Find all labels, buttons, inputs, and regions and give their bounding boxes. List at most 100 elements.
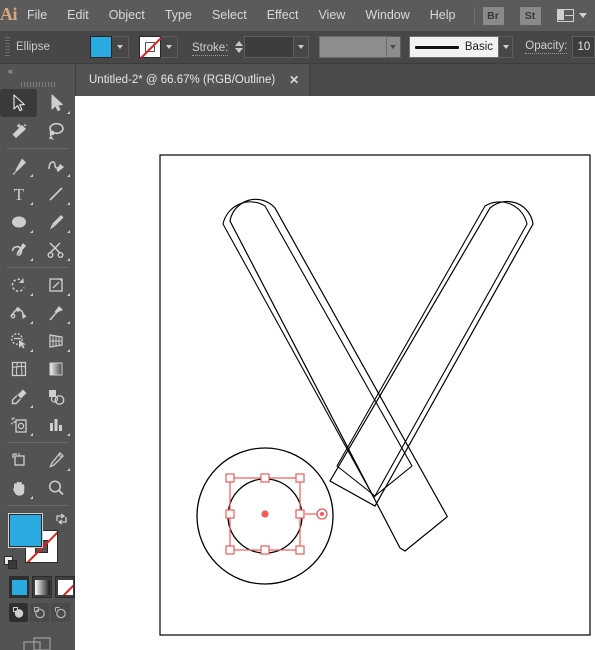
draw-behind-button[interactable] xyxy=(30,603,49,622)
tool-divider xyxy=(7,267,68,268)
tool-flyout-indicator xyxy=(30,349,33,352)
anchor-widget-dot xyxy=(320,512,324,516)
tool-divider xyxy=(7,505,68,506)
chevron-down-icon xyxy=(297,45,304,49)
tool-flyout-indicator xyxy=(30,321,33,324)
variable-width-profile-input[interactable] xyxy=(318,36,387,58)
menu-edit[interactable]: Edit xyxy=(57,0,99,31)
fill-color-indicator[interactable] xyxy=(8,513,43,548)
fill-swatch-group xyxy=(89,36,129,58)
opacity-label: Opacity: xyxy=(525,40,568,54)
control-bar-grip[interactable] xyxy=(5,37,10,57)
document-tab[interactable]: Untitled-2* @ 66.67% (RGB/Outline) ✕ xyxy=(75,64,311,96)
app-logo: Ai xyxy=(0,4,18,24)
shape-builder-tool[interactable] xyxy=(0,327,37,355)
lasso-tool[interactable] xyxy=(37,117,74,145)
menu-type[interactable]: Type xyxy=(155,0,202,31)
free-transform-tool[interactable] xyxy=(37,299,74,327)
opacity-input[interactable]: 10 xyxy=(572,36,595,58)
change-screen-mode-button[interactable] xyxy=(0,622,75,650)
workspace-switcher[interactable] xyxy=(556,9,587,22)
color-mode-button[interactable] xyxy=(9,576,29,598)
slice-tool[interactable] xyxy=(37,446,74,474)
brush-preset-input[interactable]: Basic xyxy=(409,36,500,58)
chevron-down-icon xyxy=(116,45,123,49)
brush-preset-label: Basic xyxy=(464,41,494,53)
stroke-weight-group: Stroke: xyxy=(191,38,229,56)
menu-window[interactable]: Window xyxy=(355,0,419,31)
scale-tool[interactable] xyxy=(37,271,74,299)
zoom-tool[interactable] xyxy=(37,474,74,502)
tool-divider xyxy=(7,442,68,443)
paintbrush-tool[interactable] xyxy=(37,208,74,236)
spinner-up-icon xyxy=(235,41,244,46)
scissors-tool[interactable] xyxy=(37,236,74,264)
artwork-svg xyxy=(159,154,591,636)
width-tool[interactable] xyxy=(0,299,37,327)
tools-panel: « T xyxy=(0,64,76,650)
gradient-tool[interactable] xyxy=(37,355,74,383)
perspective-grid-tool[interactable] xyxy=(37,327,74,355)
menu-effect[interactable]: Effect xyxy=(257,0,309,31)
fill-swatch-dropdown[interactable] xyxy=(111,36,129,58)
fill-color-swatch[interactable] xyxy=(89,36,112,58)
pen-tool[interactable] xyxy=(0,152,37,180)
stroke-color-swatch[interactable] xyxy=(138,36,161,58)
draw-mode-row xyxy=(0,598,75,622)
brush-preset-dropdown[interactable] xyxy=(499,36,514,58)
menu-help[interactable]: Help xyxy=(420,0,466,31)
default-fill-stroke-icon[interactable] xyxy=(4,556,18,570)
mesh-tool[interactable] xyxy=(0,355,37,383)
tools-panel-grip[interactable] xyxy=(0,79,75,89)
direct-selection-tool[interactable] xyxy=(37,89,74,117)
rotate-tool[interactable] xyxy=(0,271,37,299)
stock-button[interactable]: St xyxy=(519,6,541,25)
line-segment-tool[interactable] xyxy=(37,180,74,208)
artboard-tool[interactable] xyxy=(0,446,37,474)
tool-flyout-indicator xyxy=(67,433,70,436)
close-icon[interactable]: ✕ xyxy=(289,74,299,86)
stroke-weight-spinner[interactable] xyxy=(234,36,244,58)
tool-flyout-indicator xyxy=(67,111,70,114)
tool-flyout-indicator xyxy=(30,202,33,205)
swap-fill-stroke-icon[interactable] xyxy=(55,512,69,526)
symbol-sprayer-tool[interactable] xyxy=(0,411,37,439)
type-tool[interactable]: T xyxy=(0,180,37,208)
document-canvas[interactable] xyxy=(75,96,595,650)
magic-wand-tool[interactable] xyxy=(0,117,37,145)
draw-normal-button[interactable] xyxy=(9,603,28,622)
variable-width-profile-dropdown[interactable] xyxy=(386,36,402,58)
menu-select[interactable]: Select xyxy=(202,0,257,31)
menu-bar: Ai File Edit Object Type Select Effect V… xyxy=(0,0,595,31)
ellipse-tool[interactable] xyxy=(0,208,37,236)
none-mode-button[interactable] xyxy=(55,576,75,598)
stroke-swatch-group xyxy=(138,36,178,58)
bridge-button[interactable]: Br xyxy=(482,6,504,25)
document-tab-title: Untitled-2* @ 66.67% (RGB/Outline) xyxy=(89,74,276,86)
svg-text:T: T xyxy=(13,185,24,204)
menu-file[interactable]: File xyxy=(17,0,57,31)
stroke-weight-input[interactable] xyxy=(244,36,295,58)
selection-tool[interactable] xyxy=(0,89,37,117)
chevron-down-icon xyxy=(390,45,397,49)
tool-flyout-indicator xyxy=(30,293,33,296)
chevron-down-icon xyxy=(165,45,172,49)
hand-tool[interactable] xyxy=(0,474,37,502)
tool-flyout-indicator xyxy=(30,174,33,177)
chevron-down-icon xyxy=(578,13,587,18)
stroke-weight-dropdown[interactable] xyxy=(294,36,309,58)
shaper-pencil-tool[interactable] xyxy=(0,236,37,264)
curvature-tool[interactable] xyxy=(37,152,74,180)
gradient-mode-button[interactable] xyxy=(32,576,52,598)
eyedropper-tool[interactable] xyxy=(0,383,37,411)
tool-group-transform xyxy=(0,271,75,439)
menu-object[interactable]: Object xyxy=(99,0,155,31)
tool-group-selection xyxy=(0,89,75,145)
draw-inside-button[interactable] xyxy=(51,603,70,622)
collapse-panel-button[interactable]: « xyxy=(0,64,75,79)
menu-view[interactable]: View xyxy=(308,0,355,31)
tool-flyout-indicator xyxy=(67,258,70,261)
column-graph-tool[interactable] xyxy=(37,411,74,439)
blend-tool[interactable] xyxy=(37,383,74,411)
stroke-swatch-dropdown[interactable] xyxy=(160,36,178,58)
